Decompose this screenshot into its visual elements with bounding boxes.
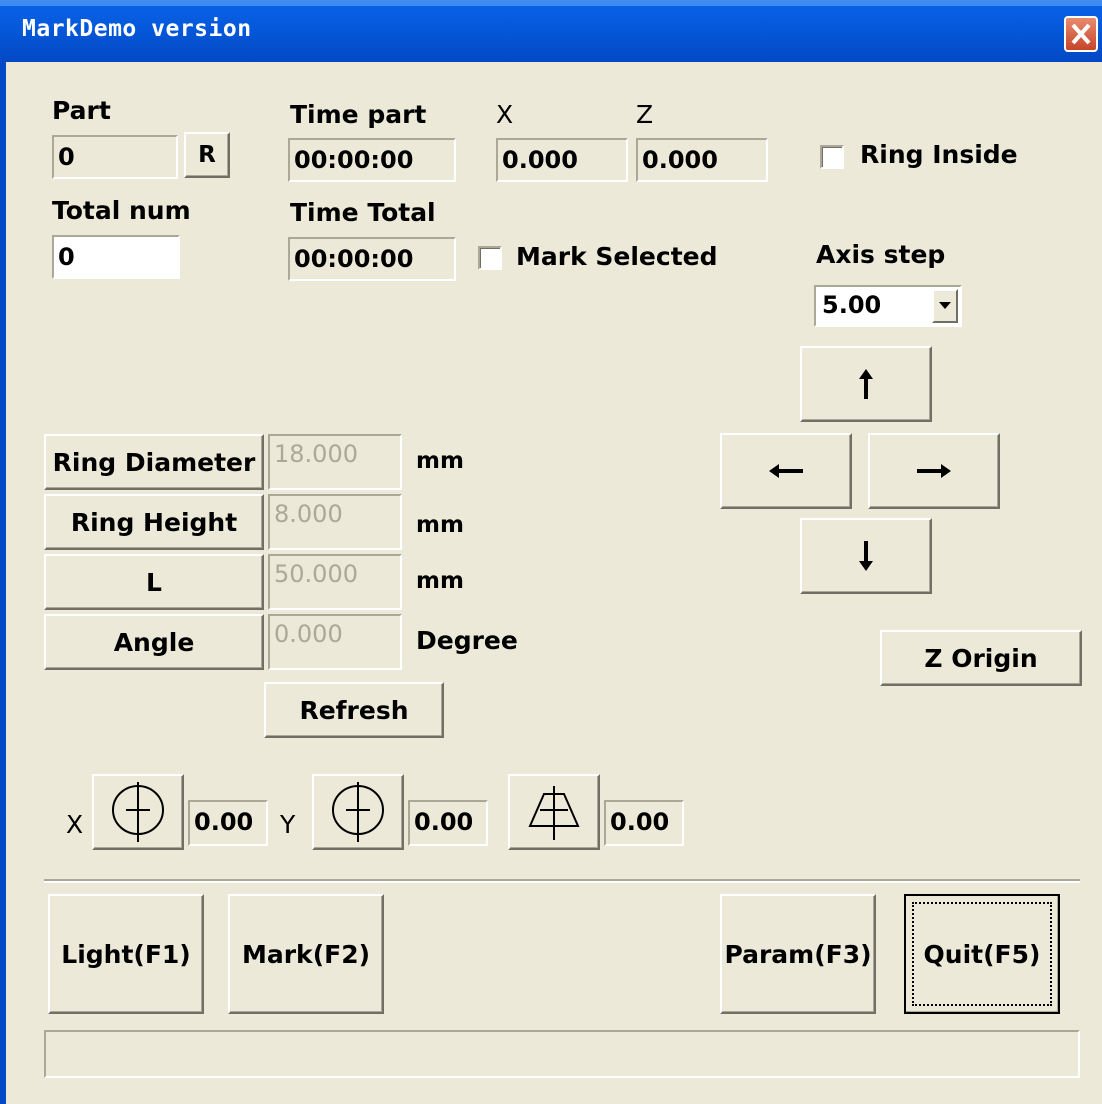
arrow-left-icon [769,464,803,478]
circle-cross-icon [332,782,384,842]
axis-step-value: 5.00 [822,291,882,319]
angle-label: Angle [113,627,195,657]
angle-unit: Degree [416,626,518,655]
chevron-down-icon [939,302,951,309]
reset-part-button[interactable]: R [184,132,230,178]
trapezoid-offset-field[interactable]: 0.00 [604,800,684,846]
light-label: Light(F1) [61,939,191,969]
jog-right-button[interactable] [868,433,1000,509]
jog-left-button[interactable] [720,433,852,509]
ring-diameter-label: Ring Diameter [52,447,256,477]
ring-height-field[interactable]: 8.000 [268,494,402,550]
ring-inside-checkbox[interactable] [820,145,844,169]
refresh-button[interactable]: Refresh [264,682,444,738]
arrow-down-icon [859,541,873,571]
l-field[interactable]: 50.000 [268,554,402,610]
y-offset-label: Y [280,810,296,839]
l-label: L [146,567,162,597]
param-label: Param(F3) [724,939,872,969]
z-position-field: 0.000 [636,138,768,182]
part-label: Part [52,96,111,125]
status-bar [44,1030,1080,1078]
l-unit: mm [416,568,464,594]
focus-rectangle [912,902,1052,1006]
x-mirror-button[interactable] [92,774,184,850]
jog-down-button[interactable] [800,518,932,594]
param-button[interactable]: Param(F3) [720,894,876,1014]
mark-button[interactable]: Mark(F2) [228,894,384,1014]
arrow-up-icon [859,369,873,399]
mark-label: Mark(F2) [241,939,371,969]
ring-height-button[interactable]: Ring Height [44,494,264,550]
trapezoid-button[interactable] [508,774,600,850]
angle-field[interactable]: 0.000 [268,614,402,670]
window-frame-left [0,62,6,1104]
jog-up-button[interactable] [800,346,932,422]
refresh-label: Refresh [299,695,409,725]
z-origin-button[interactable]: Z Origin [880,630,1082,686]
y-offset-field[interactable]: 0.00 [408,800,488,846]
quit-button[interactable]: Quit(F5) [904,894,1060,1014]
light-button[interactable]: Light(F1) [48,894,204,1014]
ring-diameter-unit: mm [416,448,464,474]
arrow-right-icon [917,464,951,478]
ring-height-unit: mm [416,512,464,538]
axis-step-select[interactable]: 5.00 [814,285,962,327]
x-position-field: 0.000 [496,138,628,182]
close-icon [1071,23,1091,45]
ring-diameter-field[interactable]: 18.000 [268,434,402,490]
axis-step-dropdown-button[interactable] [932,289,958,323]
reset-part-label: R [198,142,216,168]
axis-step-label: Axis step [816,240,946,269]
part-field[interactable]: 0 [52,135,178,179]
circle-cross-icon [112,782,164,842]
time-part-label: Time part [290,100,427,129]
time-total-label: Time Total [290,198,436,227]
close-button[interactable] [1064,16,1098,52]
window-title: MarkDemo version [22,16,252,42]
z-origin-label: Z Origin [924,643,1038,673]
mark-selected-label: Mark Selected [516,242,718,271]
x-position-label: X [496,100,514,129]
trapezoid-cross-icon [528,786,580,840]
l-button[interactable]: L [44,554,264,610]
x-offset-field[interactable]: 0.00 [188,800,268,846]
time-part-field: 00:00:00 [288,138,456,182]
time-total-field: 00:00:00 [288,237,456,281]
ring-height-label: Ring Height [70,507,238,537]
y-mirror-button[interactable] [312,774,404,850]
ring-diameter-button[interactable]: Ring Diameter [44,434,264,490]
ring-inside-label: Ring Inside [860,140,1018,169]
total-num-label: Total num [52,196,191,225]
mark-selected-checkbox[interactable] [478,246,502,270]
z-position-label: Z [636,100,654,129]
separator-highlight [44,881,1080,883]
x-offset-label: X [66,810,84,839]
total-num-field[interactable]: 0 [52,235,180,279]
angle-button[interactable]: Angle [44,614,264,670]
